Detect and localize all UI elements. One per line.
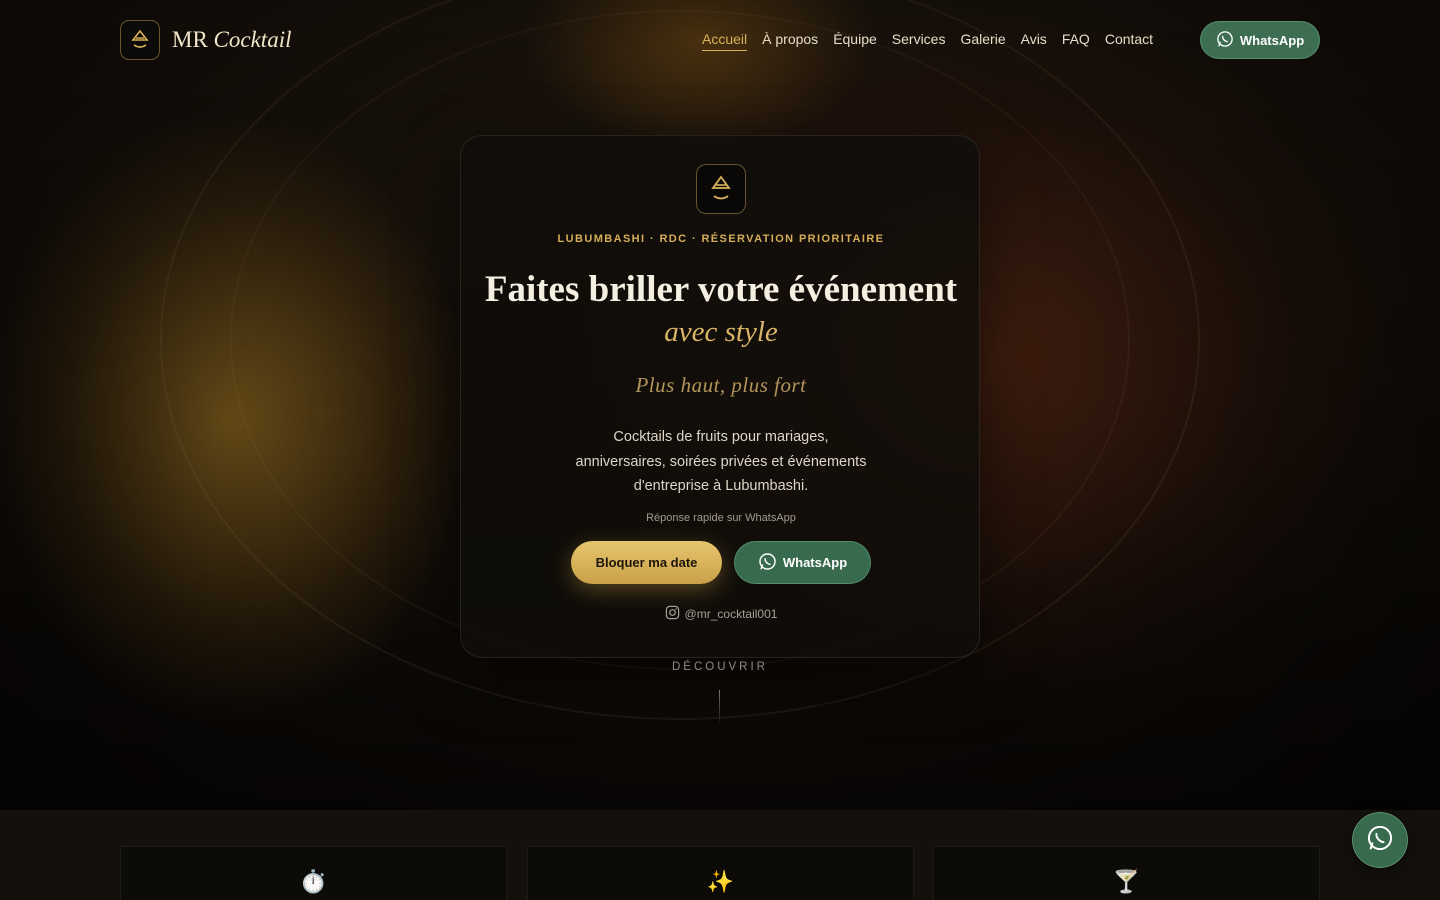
nav-item-contact[interactable]: Contact — [1105, 31, 1153, 51]
quick-reply-note: Réponse rapide sur WhatsApp — [646, 512, 796, 524]
whatsapp-icon — [1366, 824, 1394, 857]
sparkles-icon: ✨ — [706, 869, 735, 894]
hero-whatsapp-button[interactable]: WhatsApp — [734, 541, 871, 584]
nav-item-services[interactable]: Services — [892, 31, 946, 51]
features-section: ⏱️ ✨ 🍸 — [0, 810, 1440, 900]
nav-item-faq[interactable]: FAQ — [1062, 31, 1090, 51]
header-whatsapp-button[interactable]: WhatsApp — [1200, 21, 1320, 59]
book-date-button[interactable]: Bloquer ma date — [571, 541, 722, 584]
feature-card: 🍸 — [933, 846, 1320, 900]
instagram-icon — [665, 605, 680, 623]
logo-icon — [696, 164, 746, 214]
nav-item-equipe[interactable]: Équipe — [833, 31, 877, 51]
whatsapp-icon — [758, 552, 777, 574]
header-whatsapp-label: WhatsApp — [1239, 32, 1305, 48]
nav-item-accueil[interactable]: Accueil — [702, 31, 748, 51]
discover-scroll-link[interactable]: DÉCOUVRIR — [0, 661, 1440, 673]
scroll-indicator-line — [719, 690, 720, 726]
brand-name: MR Cocktail — [172, 27, 292, 52]
nav-item-a-propos[interactable]: À propos — [762, 31, 818, 51]
brand-link[interactable]: MR Cocktail — [120, 20, 291, 60]
hero-description: Cocktails de fruits pour mariages, anniv… — [575, 429, 867, 494]
hero-eyebrow: LUBUMBASHI · RDC · RÉSERVATION PRIORITAI… — [557, 233, 885, 245]
hero-headline-accent: avec style — [664, 316, 778, 348]
feature-card: ⏱️ — [120, 846, 507, 900]
main-nav: Accueil À propos Équipe Services Galerie… — [702, 31, 1153, 51]
floating-whatsapp-button[interactable] — [1352, 812, 1408, 868]
hero-headline: Faites briller votre événement — [484, 269, 958, 310]
hero-whatsapp-label: WhatsApp — [782, 555, 848, 570]
hero-card: LUBUMBASHI · RDC · RÉSERVATION PRIORITAI… — [460, 135, 980, 658]
instagram-handle: @mr_cocktail001 — [684, 607, 778, 621]
instagram-link[interactable]: @mr_cocktail001 — [461, 605, 981, 623]
whatsapp-icon — [1216, 30, 1234, 51]
feature-card: ✨ — [527, 846, 914, 900]
site-header: MR Cocktail Accueil À propos Équipe Serv… — [0, 0, 1440, 80]
stopwatch-icon: ⏱️ — [299, 869, 328, 894]
logo-icon — [120, 20, 160, 60]
hero-tagline: Plus haut, plus fort — [635, 373, 807, 397]
nav-item-galerie[interactable]: Galerie — [960, 31, 1005, 51]
cocktail-glass-icon: 🍸 — [1112, 869, 1141, 894]
nav-item-avis[interactable]: Avis — [1021, 31, 1047, 51]
